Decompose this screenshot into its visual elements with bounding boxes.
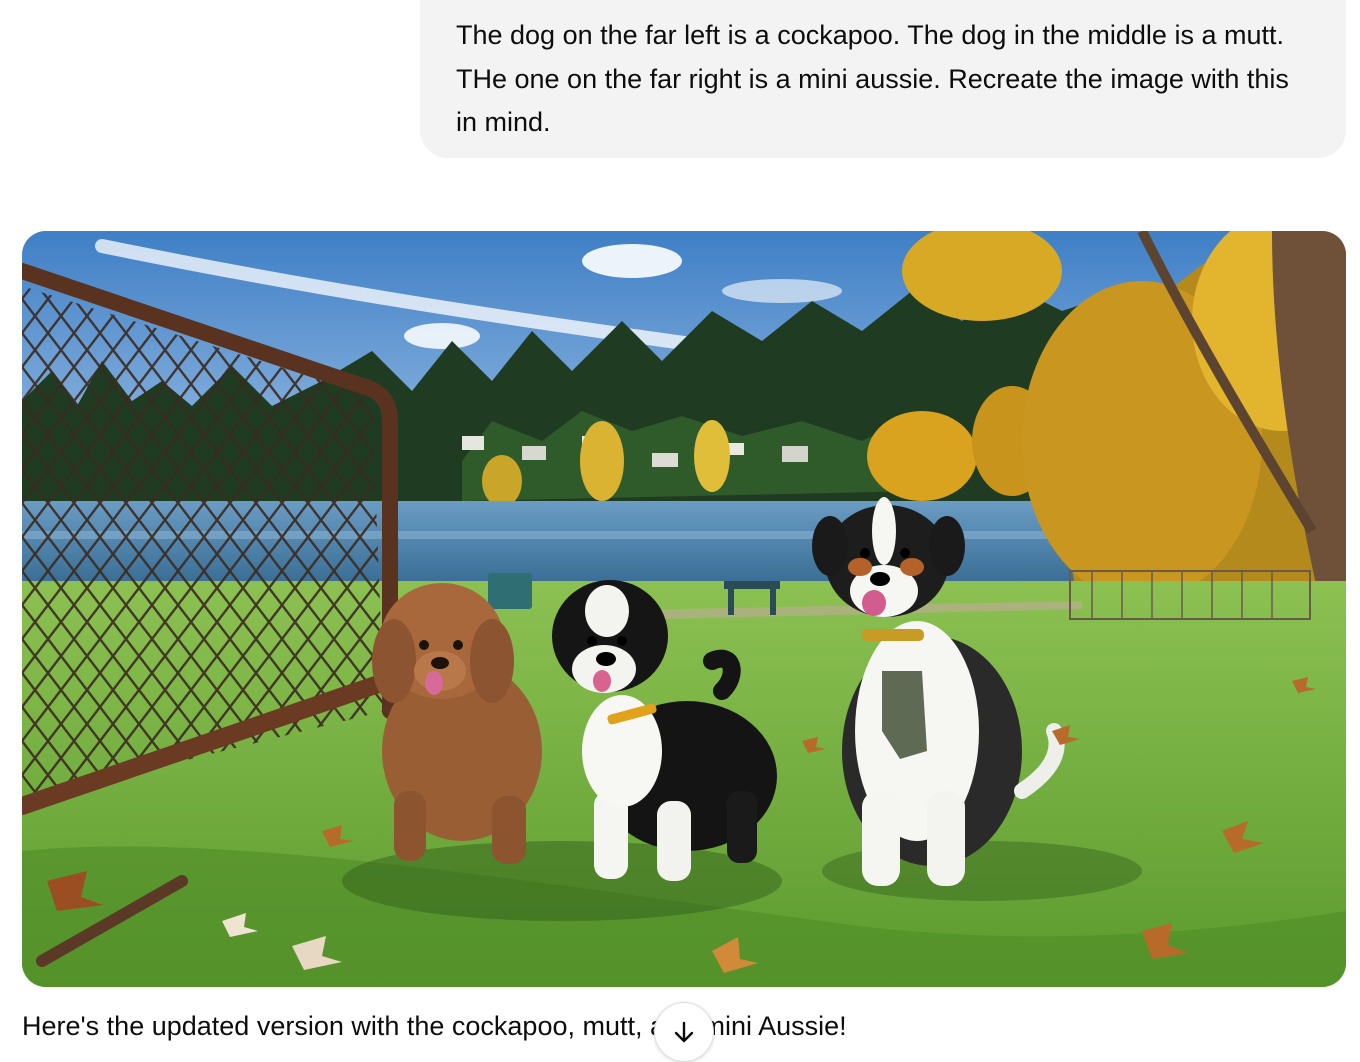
user-message-bubble: The dog on the far left is a cockapoo. T… bbox=[420, 0, 1346, 158]
dog-park-scene bbox=[22, 231, 1346, 987]
arrow-down-icon bbox=[674, 1021, 694, 1043]
user-message-text: The dog on the far left is a cockapoo. T… bbox=[456, 20, 1289, 137]
generated-image[interactable] bbox=[22, 231, 1346, 987]
assistant-reply-text: Here's the updated version with the cock… bbox=[22, 1011, 847, 1041]
assistant-reply: Here's the updated version with the cock… bbox=[22, 1008, 847, 1044]
scroll-to-bottom-button[interactable] bbox=[654, 1002, 714, 1062]
